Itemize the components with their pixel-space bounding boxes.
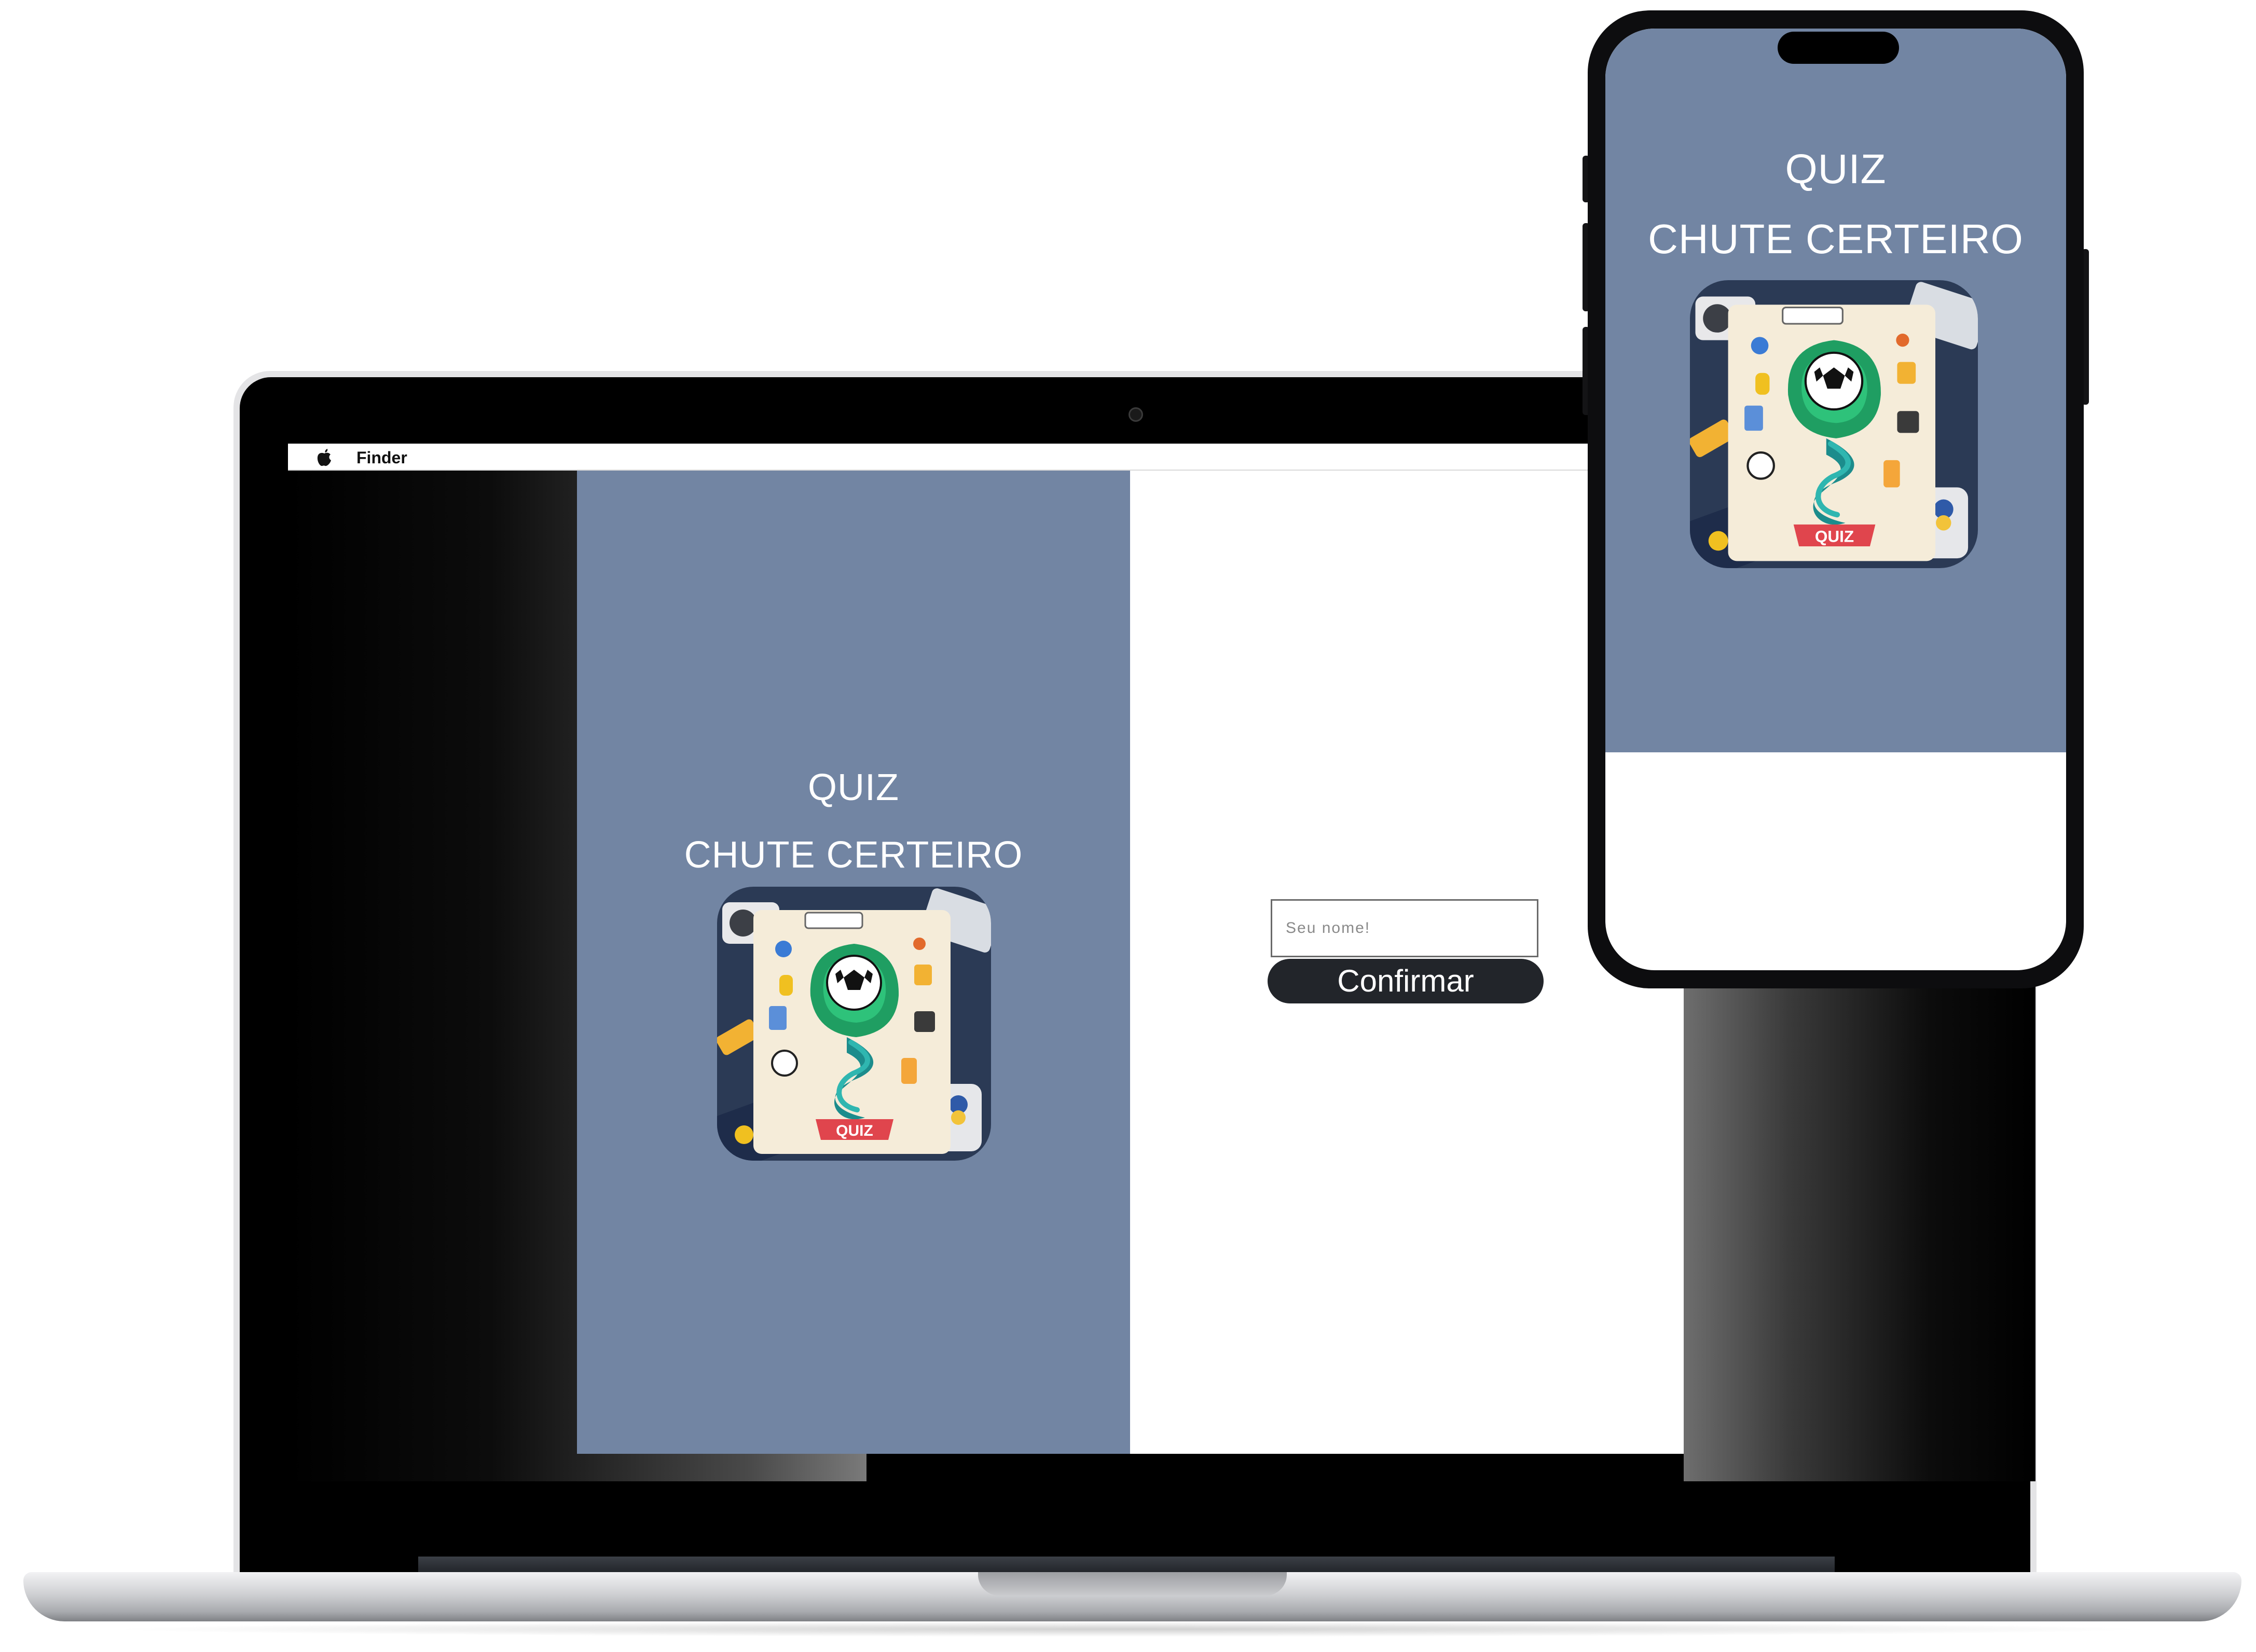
- quiz-logo-art: QUIZ: [717, 887, 991, 1161]
- logo-banner-text: QUIZ: [836, 1122, 873, 1139]
- laptop-opening-notch: [978, 1572, 1287, 1595]
- phone-quiz-title: QUIZ: [1785, 146, 1887, 192]
- quiz-hero-panel: QUIZ CHUTE CERTEIRO QUIZ: [577, 471, 1130, 1454]
- phone-quiz-hero-panel: QUIZ CHUTE CERTEIRO QUIZ: [1605, 29, 2066, 752]
- phone-quiz-logo-art: QUIZ: [1690, 280, 1978, 568]
- phone-logo-banner-text: QUIZ: [1815, 527, 1854, 546]
- phone-quiz-logo: QUIZ: [1690, 280, 1978, 568]
- laptop-hinge: [418, 1557, 1835, 1572]
- webcam-icon: [1129, 407, 1143, 422]
- confirm-button[interactable]: Confirmar: [1268, 959, 1544, 1003]
- phone-screen: QUIZ CHUTE CERTEIRO QUIZ: [1605, 29, 2066, 970]
- phone-quiz-subtitle: CHUTE CERTEIRO: [1648, 216, 2024, 262]
- quiz-title: QUIZ: [808, 767, 899, 808]
- menu-app-name[interactable]: Finder: [356, 448, 407, 467]
- apple-icon[interactable]: [315, 447, 334, 467]
- quiz-subtitle: CHUTE CERTEIRO: [684, 834, 1023, 876]
- quiz-logo: QUIZ: [717, 887, 991, 1161]
- soccer-ball-icon: [1804, 351, 1864, 411]
- soccer-ball-icon: [826, 955, 882, 1011]
- name-input[interactable]: [1271, 899, 1538, 957]
- phone-dynamic-island: [1778, 32, 1899, 64]
- laptop-shadow: [104, 1621, 2153, 1637]
